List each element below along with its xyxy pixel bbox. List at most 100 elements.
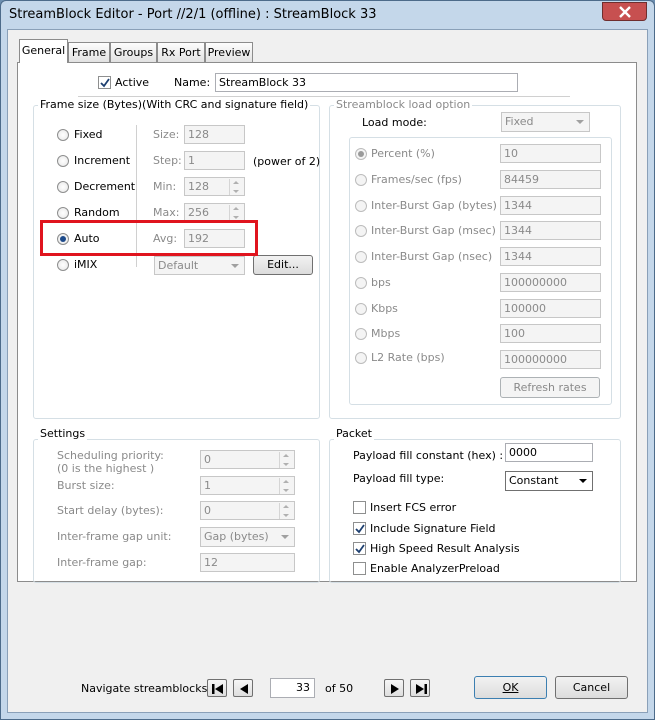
streamblock-count: of 50 — [325, 682, 354, 695]
load-mode-select[interactable]: Fixed — [501, 112, 590, 132]
label-imix: iMIX — [74, 258, 98, 271]
label-ibg-nsec: Inter-Burst Gap (nsec) — [371, 250, 493, 263]
load-mode-label: Load mode: — [362, 116, 427, 129]
streamblock-index-input[interactable]: 33 — [270, 678, 315, 698]
packet-title: Packet — [334, 427, 374, 440]
size-input[interactable]: 128 — [184, 125, 245, 144]
radio-mbps[interactable] — [355, 328, 367, 340]
ibg-msec-input[interactable]: 1344 — [500, 221, 601, 240]
step-input[interactable]: 1 — [184, 151, 245, 170]
next-streamblock-button[interactable] — [384, 679, 404, 697]
label-random: Random — [74, 206, 120, 219]
name-input[interactable]: StreamBlock 33 — [215, 73, 518, 92]
active-label: Active — [115, 76, 150, 89]
tab-rx-port[interactable]: Rx Port — [157, 42, 205, 62]
chevron-down-icon — [281, 535, 289, 539]
tab-general[interactable]: General — [19, 39, 68, 63]
active-checkbox[interactable] — [98, 76, 111, 89]
radio-decrement[interactable] — [57, 181, 69, 193]
ok-button[interactable]: OK — [474, 676, 547, 699]
priority-spinner[interactable] — [279, 452, 293, 468]
label-l2-rate: L2 Rate (bps) — [371, 351, 445, 364]
chevron-down-icon — [576, 120, 584, 124]
label-ibg-bytes: Inter-Burst Gap (bytes) — [371, 199, 497, 212]
fill-type-select[interactable]: Constant — [505, 471, 593, 491]
burst-spinner[interactable] — [279, 478, 293, 494]
label-fixed: Fixed — [74, 128, 103, 141]
radio-increment[interactable] — [57, 155, 69, 167]
radio-kbps[interactable] — [355, 303, 367, 315]
high-speed-label: High Speed Result Analysis — [370, 542, 520, 555]
radio-l2-rate[interactable] — [355, 352, 367, 364]
tab-preview[interactable]: Preview — [205, 42, 253, 62]
label-percent: Percent (%) — [371, 147, 435, 160]
settings-title: Settings — [38, 427, 88, 440]
ibg-bytes-input[interactable]: 1344 — [500, 196, 601, 215]
radio-ibg-msec[interactable] — [355, 225, 367, 237]
high-speed-checkbox[interactable] — [353, 542, 366, 555]
first-streamblock-button[interactable] — [207, 679, 227, 697]
radio-fps[interactable] — [355, 174, 367, 186]
frame-size-title: Frame size (Bytes)(With CRC and signatur… — [38, 98, 311, 111]
ifg-input[interactable]: 12 — [200, 553, 295, 572]
ifg-unit-select[interactable]: Gap (bytes) — [200, 527, 295, 547]
label-increment: Increment — [74, 154, 131, 167]
load-option-title: Streamblock load option — [334, 98, 473, 111]
ifg-label: Inter-frame gap: — [57, 556, 147, 569]
size-label: Size: — [153, 128, 180, 141]
kbps-input[interactable]: 100000 — [500, 299, 601, 318]
label-mbps: Mbps — [371, 327, 401, 340]
signature-label: Include Signature Field — [370, 522, 496, 535]
imix-edit-button[interactable]: Edit... — [253, 255, 313, 275]
l2-rate-input[interactable]: 100000000 — [500, 350, 601, 369]
radio-imix[interactable] — [57, 259, 69, 271]
header-divider — [78, 96, 570, 97]
analyzer-preload-checkbox[interactable] — [353, 562, 366, 575]
radio-percent[interactable] — [355, 148, 367, 160]
percent-input[interactable]: 10 — [500, 144, 601, 163]
step-label: Step: — [153, 154, 182, 167]
priority-note: (0 is the highest ) — [57, 462, 155, 475]
fcs-error-label: Insert FCS error — [370, 501, 457, 514]
tab-groups[interactable]: Groups — [110, 42, 157, 62]
cancel-button[interactable]: Cancel — [555, 676, 628, 699]
fps-input[interactable]: 84459 — [500, 170, 601, 189]
check-icon — [355, 524, 365, 534]
radio-bps[interactable] — [355, 277, 367, 289]
name-label: Name: — [174, 76, 211, 89]
close-icon — [619, 6, 631, 18]
fill-constant-label: Payload fill constant (hex) : — [353, 449, 504, 462]
label-fps: Frames/sec (fps) — [371, 173, 462, 186]
mbps-input[interactable]: 100 — [500, 324, 601, 343]
step-note: (power of 2) — [253, 155, 321, 168]
radio-fixed[interactable] — [57, 129, 69, 141]
close-button[interactable] — [602, 2, 647, 21]
refresh-rates-button[interactable]: Refresh rates — [500, 377, 600, 398]
radio-ibg-bytes[interactable] — [355, 200, 367, 212]
min-spinner[interactable] — [229, 179, 243, 195]
label-ibg-msec: Inter-Burst Gap (msec) — [371, 224, 496, 237]
start-delay-spinner[interactable] — [279, 503, 293, 519]
fcs-error-checkbox[interactable] — [353, 501, 366, 514]
ibg-nsec-input[interactable]: 1344 — [500, 247, 601, 266]
fill-type-label: Payload fill type: — [353, 472, 445, 485]
priority-label: Scheduling priority: — [57, 449, 164, 462]
start-delay-label: Start delay (bytes): — [57, 504, 164, 517]
check-icon — [100, 78, 110, 88]
radio-random[interactable] — [57, 207, 69, 219]
last-streamblock-button[interactable] — [410, 679, 430, 697]
tab-frame[interactable]: Frame — [68, 42, 110, 62]
prev-streamblock-button[interactable] — [233, 679, 253, 697]
bps-input[interactable]: 100000000 — [500, 273, 601, 292]
navigate-label: Navigate streamblocks: — [81, 682, 212, 695]
label-bps: bps — [371, 276, 391, 289]
radio-ibg-nsec[interactable] — [355, 251, 367, 263]
imix-select[interactable]: Default — [154, 256, 245, 275]
prev-icon — [240, 684, 248, 694]
min-label: Min: — [153, 180, 177, 193]
ifg-unit-label: Inter-frame gap unit: — [57, 530, 172, 543]
label-kbps: Kbps — [371, 302, 398, 315]
signature-checkbox[interactable] — [353, 522, 366, 535]
max-spinner[interactable] — [229, 205, 243, 221]
fill-constant-input[interactable]: 0000 — [505, 443, 593, 462]
